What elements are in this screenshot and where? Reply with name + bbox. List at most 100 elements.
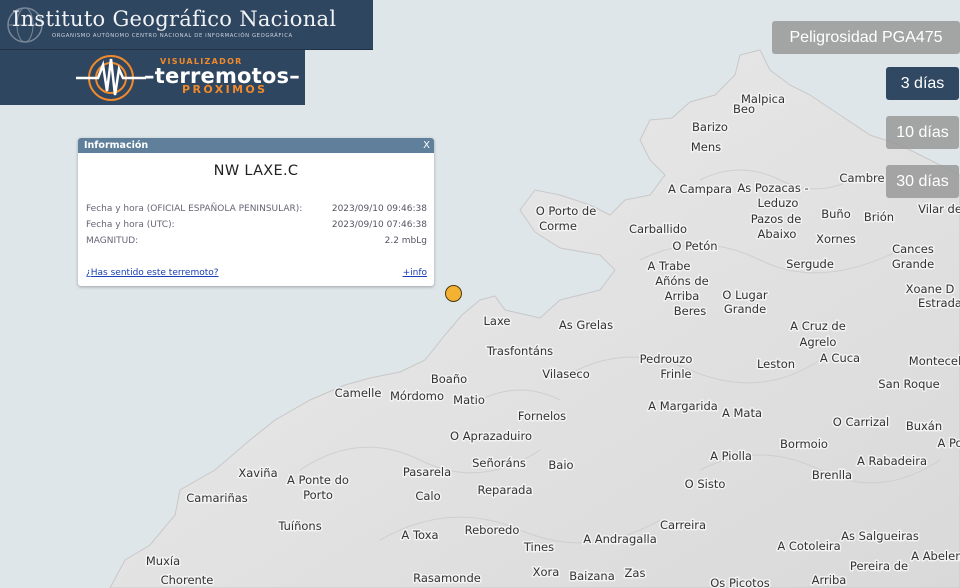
ign-logo: Instituto Geográfico Nacional Organismo … [0, 0, 373, 50]
place-label: Corme [539, 219, 577, 233]
place-label: Os Picotos [710, 576, 769, 588]
place-label: Xora [533, 565, 560, 579]
popup-header: Información X [78, 138, 434, 153]
place-label: Camariñas [186, 491, 248, 505]
place-label: Calo [415, 489, 440, 503]
close-button[interactable]: X [423, 138, 430, 153]
place-label: Carreira [660, 518, 706, 532]
place-label: A Cuca [820, 351, 860, 365]
place-label: Sergude [786, 257, 834, 271]
place-label: Porto [303, 488, 333, 502]
place-label: San Roque [878, 377, 939, 391]
place-label: Beres [674, 304, 707, 318]
place-label: Arriba [665, 289, 700, 303]
place-label: Beo [733, 102, 755, 116]
place-label: Laxe [484, 314, 511, 328]
place-label: A Cotoleira [777, 539, 840, 553]
days-10-button[interactable]: 10 días [886, 116, 959, 149]
place-label: O Aprazaduiro [450, 429, 532, 443]
place-label: Trasfontáns [486, 344, 553, 358]
place-label: A Abelenc [911, 549, 960, 563]
place-label: A Toxa [401, 528, 438, 542]
place-label: Baizana [569, 569, 615, 583]
quake-title: NW LAXE.C [213, 163, 299, 179]
place-label: Carballido [629, 222, 687, 236]
place-label: Vilaseco [542, 367, 589, 381]
place-label: A Mata [722, 406, 762, 420]
magnitude-value: 2.2 mbLg [384, 236, 427, 246]
place-label: Tines [523, 540, 554, 554]
place-label: Abaixo [758, 227, 797, 241]
place-label: Grande [724, 302, 766, 316]
place-label: Leston [757, 357, 795, 371]
place-label: Muxía [146, 554, 180, 568]
place-label: As Pozacas - [737, 181, 808, 195]
place-label: Chorente [161, 573, 214, 587]
place-label: Boaño [431, 372, 467, 386]
place-label: Frinle [660, 367, 691, 381]
magnitude-row: MAGNITUD: 2.2 mbLg [86, 236, 427, 246]
place-label: Pereira de [850, 559, 908, 573]
days-3-button[interactable]: 3 días [886, 67, 959, 100]
place-label: O Lugar [722, 288, 768, 302]
felt-report-link[interactable]: ¿Has sentido este terremoto? [86, 268, 219, 278]
place-label: Montecel [909, 354, 960, 368]
place-label: Brión [864, 210, 894, 224]
place-label: A Po [937, 436, 960, 450]
place-label: Reparada [477, 483, 532, 497]
place-label: Brenlla [812, 468, 852, 482]
place-label: Pasarela [403, 465, 451, 479]
place-label: Camelle [335, 386, 382, 400]
place-label: Grande [892, 257, 934, 271]
ign-subtitle: Organismo Autónomo Centro Nacional de In… [52, 33, 293, 39]
local-time-value: 2023/09/10 09:46:38 [331, 204, 427, 214]
place-label: Barizo [692, 120, 728, 134]
magnitude-label: MAGNITUD: [86, 236, 139, 246]
place-label: A Ponte do [287, 473, 349, 487]
place-label: Cambre [839, 171, 884, 185]
utc-time-value: 2023/09/10 07:46:38 [331, 220, 427, 230]
place-label: Xaviña [238, 466, 277, 480]
place-label: As Salgueiras [841, 529, 919, 543]
place-label: Rasamonde [413, 571, 481, 585]
place-label: Leduzo [758, 196, 799, 210]
place-label: Fornelos [518, 409, 566, 423]
utc-time-row: Fecha y hora (UTC): 2023/09/10 07:46:38 [86, 220, 427, 230]
place-label: A Piolla [710, 449, 752, 463]
place-label: As Grelas [559, 318, 613, 332]
place-label: O Petón [672, 239, 717, 253]
pga475-button[interactable]: Peligrosidad PGA475 [772, 21, 960, 54]
place-label: A Trabe [647, 259, 690, 273]
place-label: A Andragalla [583, 532, 657, 546]
place-label: O Porto de [536, 204, 597, 218]
visualizador-logo: VISUALIZADOR –terremotos– PRÓXIMOS [0, 50, 305, 105]
place-label: Arriba [812, 573, 847, 587]
place-label: O Carrizal [833, 415, 890, 429]
place-label: Añóns de [655, 274, 709, 288]
info-popup: Información X NW LAXE.C Fecha y hora (OF… [78, 138, 434, 286]
place-label: A Cruz de [790, 319, 846, 333]
place-label: Zas [625, 566, 646, 580]
local-time-row: Fecha y hora (OFICIAL ESPAÑOLA PENINSULA… [86, 204, 427, 214]
place-label: Mens [691, 140, 721, 154]
place-label: Pedrouzo [640, 352, 693, 366]
place-label: A Rabadeira [857, 454, 927, 468]
place-label: Estrada [918, 296, 960, 310]
seismograph-icon [76, 55, 146, 101]
place-label: Reboredo [465, 523, 520, 537]
place-label: Cances [892, 242, 934, 256]
place-label: Baio [548, 458, 573, 472]
place-label: Tuíñons [277, 519, 321, 533]
more-info-link[interactable]: +info [403, 268, 427, 278]
place-label: A Campara [668, 182, 732, 196]
place-label: Bormoio [780, 437, 828, 451]
viz-prox-label: PRÓXIMOS [182, 83, 268, 96]
place-label: Xoane D [906, 282, 955, 296]
local-time-label: Fecha y hora (OFICIAL ESPAÑOLA PENINSULA… [86, 204, 303, 214]
place-label: A Margarida [648, 399, 718, 413]
earthquake-marker[interactable] [445, 285, 462, 302]
days-30-button[interactable]: 30 días [886, 165, 959, 198]
place-label: Buxán [906, 419, 942, 433]
place-label: Agrelo [800, 335, 837, 349]
place-label: Matio [453, 393, 485, 407]
